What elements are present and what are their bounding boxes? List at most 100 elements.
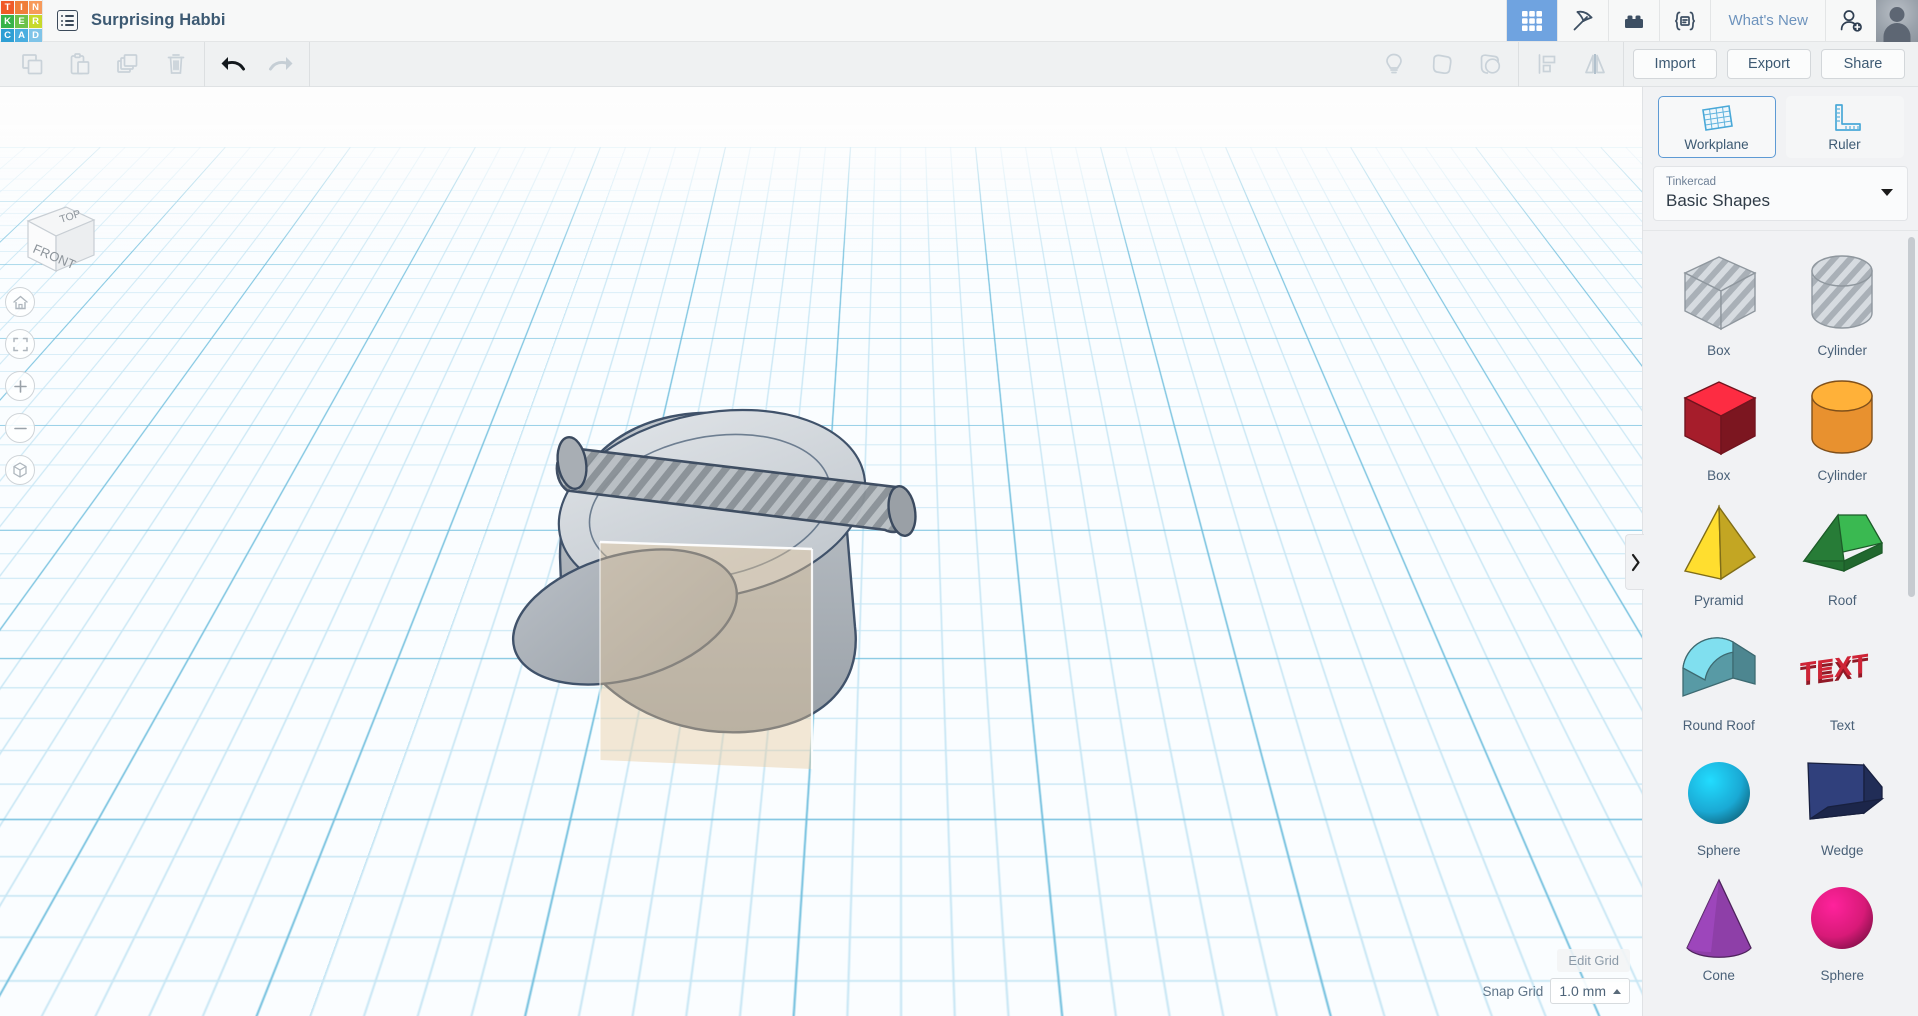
- share-button[interactable]: Share: [1821, 49, 1905, 79]
- shape-roof[interactable]: Roof: [1781, 495, 1905, 612]
- logo-tile-i: I: [15, 1, 28, 14]
- brick-icon[interactable]: [1608, 0, 1659, 41]
- add-user-glyph: [1840, 9, 1862, 32]
- tinkercad-app: TINKERCAD Surprising Habbi What's New Im…: [0, 0, 1918, 1016]
- ruler-tool[interactable]: Ruler: [1785, 96, 1904, 158]
- edit-grid-button[interactable]: Edit Grid: [1557, 949, 1630, 972]
- export-button[interactable]: Export: [1727, 49, 1811, 79]
- viewport-nav-buttons: [5, 287, 35, 497]
- shape-cylinder-orange[interactable]: Cylinder: [1781, 370, 1905, 487]
- logo-tile-e: E: [15, 15, 28, 28]
- shape-text[interactable]: TEXT TEXT Text: [1781, 620, 1905, 737]
- group-glyph: [1432, 54, 1452, 75]
- redo-icon[interactable]: [257, 42, 305, 87]
- ruler-icon: [1834, 104, 1861, 131]
- shapes-grid: Box Cylinder Box Cylinder Pyramid Roof R…: [1643, 231, 1918, 987]
- panel-scrollbar[interactable]: [1908, 237, 1915, 598]
- workplane-tool[interactable]: Workplane: [1657, 96, 1776, 158]
- shape-wedge[interactable]: Wedge: [1781, 745, 1905, 862]
- chevron-down-icon: [1881, 189, 1893, 196]
- group-icon[interactable]: [1418, 42, 1466, 87]
- ungroup-icon[interactable]: [1466, 42, 1514, 87]
- delete-icon[interactable]: [152, 42, 200, 87]
- shape-sphere-magenta[interactable]: Sphere: [1781, 870, 1905, 987]
- caret-up-icon: [1613, 988, 1621, 994]
- ungroup-glyph: [1480, 54, 1501, 74]
- lightbulb-glyph: [1386, 53, 1402, 74]
- library-provider: Tinkercad: [1666, 176, 1717, 188]
- import-button[interactable]: Import: [1633, 49, 1717, 79]
- paste-icon[interactable]: [56, 42, 104, 87]
- workplane-grid: [0, 87, 1642, 147]
- align-icon[interactable]: [1523, 42, 1571, 87]
- snap-grid-label: Snap Grid: [1482, 983, 1544, 999]
- library-select[interactable]: Tinkercad Basic Shapes: [1653, 166, 1908, 222]
- shape-label: Cone: [1702, 968, 1735, 984]
- duplicate-glyph: [117, 54, 138, 73]
- undo-glyph: [221, 57, 245, 71]
- pickaxe-glyph: [1574, 10, 1593, 30]
- lightbulb-icon[interactable]: [1370, 42, 1418, 87]
- zoom-out-button[interactable]: [5, 413, 35, 443]
- shapes-panel: Workplane Ruler Tinkercad Basic Shapes B…: [1625, 87, 1918, 1016]
- codeblocks-glyph: [1675, 11, 1696, 30]
- shape-label: Box: [1707, 343, 1731, 359]
- shape-label: Wedge: [1820, 843, 1864, 859]
- toolbar-separator: [1623, 41, 1624, 87]
- mirror-icon[interactable]: [1571, 42, 1619, 87]
- logo-tile-k: K: [1, 15, 14, 28]
- undo-icon[interactable]: [209, 42, 257, 87]
- tinkercad-logo[interactable]: TIN KER CAD: [0, 0, 42, 42]
- top-header: TINKERCAD Surprising Habbi What's New: [0, 0, 1918, 42]
- logo-tile-d: D: [29, 29, 42, 42]
- brick-glyph: [1625, 15, 1644, 28]
- view-cube[interactable]: TOP FRONT: [14, 197, 100, 277]
- duplicate-icon[interactable]: [104, 42, 152, 87]
- snap-grid-value: 1.0 mm: [1559, 983, 1606, 999]
- perspective-toggle-button[interactable]: [5, 455, 35, 485]
- shapes-scroll-area[interactable]: Box Cylinder Box Cylinder Pyramid Roof R…: [1643, 230, 1918, 1016]
- pickaxe-icon[interactable]: [1557, 0, 1608, 41]
- shape-box-hole[interactable]: Box: [1657, 245, 1781, 362]
- whats-new-link[interactable]: What's New: [1710, 0, 1825, 41]
- edit-toolbar: Import Export Share: [0, 41, 1918, 87]
- header-right-tools: What's New: [1506, 0, 1918, 42]
- toolbar-separator: [204, 41, 205, 87]
- fit-frame-icon: [12, 337, 28, 351]
- panel-tools: Workplane Ruler: [1643, 87, 1918, 158]
- copy-icon[interactable]: [8, 42, 56, 87]
- shape-sphere[interactable]: Sphere: [1657, 745, 1781, 862]
- logo-tile-r: R: [29, 15, 42, 28]
- gallery-grid-glyph: [1522, 10, 1543, 31]
- list-icon[interactable]: [57, 10, 78, 31]
- panel-collapse-handle[interactable]: [1625, 534, 1644, 590]
- shape-pyramid[interactable]: Pyramid: [1657, 495, 1781, 612]
- shape-label: Sphere: [1696, 843, 1741, 859]
- add-user-icon[interactable]: [1825, 0, 1876, 41]
- snap-grid-select[interactable]: 1.0 mm: [1550, 978, 1630, 1004]
- zoom-in-button[interactable]: [5, 371, 35, 401]
- gallery-grid-icon[interactable]: [1506, 0, 1558, 41]
- chevron-right-icon: [1631, 553, 1640, 571]
- shape-label: Sphere: [1820, 968, 1865, 984]
- avatar[interactable]: [1876, 0, 1918, 42]
- logo-tile-n: N: [29, 1, 42, 14]
- home-icon: [12, 295, 28, 309]
- cube-icon: [13, 462, 27, 478]
- copy-glyph: [22, 54, 43, 75]
- shape-cone[interactable]: Cone: [1657, 870, 1781, 987]
- fit-to-view-button[interactable]: [5, 329, 35, 359]
- document-area: Surprising Habbi: [43, 0, 226, 41]
- page-title: Surprising Habbi: [91, 11, 226, 29]
- grid-controls: Edit Grid Snap Grid 1.0 mm: [1483, 949, 1630, 1004]
- codeblocks-icon[interactable]: [1659, 0, 1710, 41]
- shape-cylinder-hole[interactable]: Cylinder: [1781, 245, 1905, 362]
- 3d-viewport[interactable]: TOP FRONT Edit Grid Snap Grid 1.0 mm: [0, 87, 1642, 1016]
- shape-box-red[interactable]: Box: [1657, 370, 1781, 487]
- ruler-tool-label: Ruler: [1828, 137, 1861, 152]
- shape-round-roof[interactable]: Round Roof: [1657, 620, 1781, 737]
- align-glyph: [1538, 54, 1556, 74]
- home-view-button[interactable]: [5, 287, 35, 317]
- edit-toolbar-right: Import Export Share: [1370, 41, 1918, 87]
- logo-tile-c: C: [1, 29, 14, 42]
